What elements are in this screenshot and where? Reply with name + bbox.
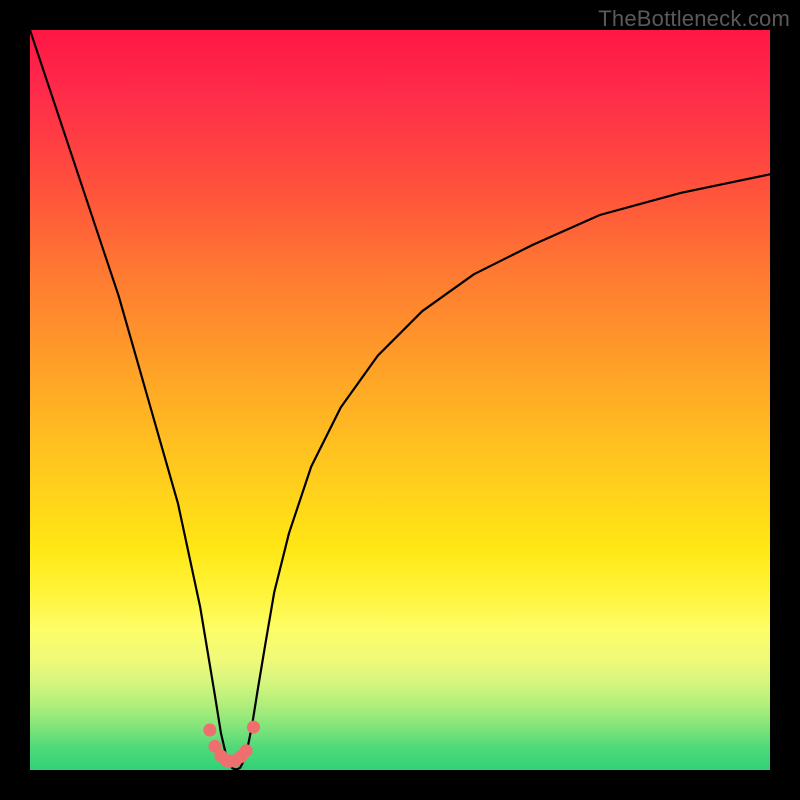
bottom-dots-group [203,721,260,768]
marker-dot [240,744,253,757]
bottleneck-curve [30,30,770,769]
marker-dot [247,721,260,734]
marker-dot [203,724,216,737]
plot-area [30,30,770,770]
watermark-text: TheBottleneck.com [598,6,790,32]
chart-svg [30,30,770,770]
chart-frame: TheBottleneck.com [0,0,800,800]
